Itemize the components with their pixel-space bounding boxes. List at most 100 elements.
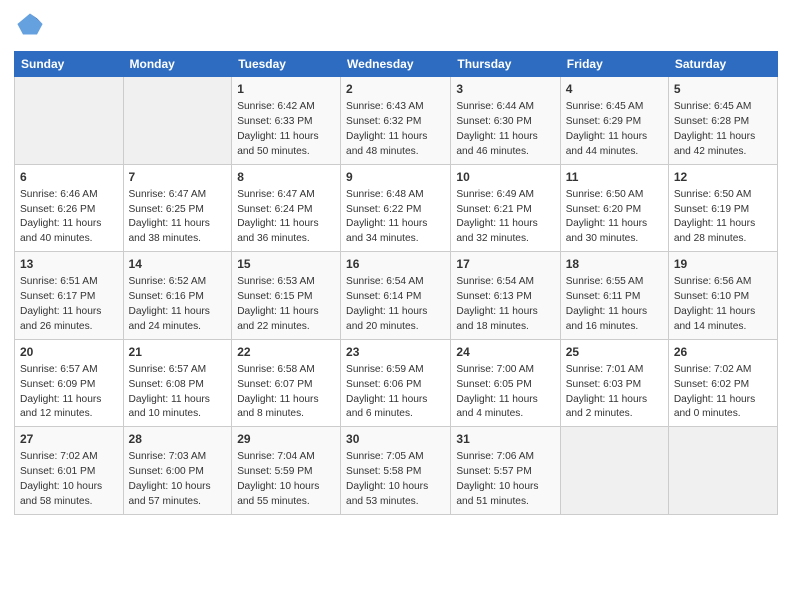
calendar-cell: 23Sunrise: 6:59 AMSunset: 6:06 PMDayligh… — [341, 339, 451, 427]
day-number: 19 — [674, 256, 772, 273]
calendar-cell: 16Sunrise: 6:54 AMSunset: 6:14 PMDayligh… — [341, 252, 451, 340]
day-number: 21 — [129, 344, 227, 361]
sunrise-text: Sunrise: 7:03 AM — [129, 451, 207, 462]
day-number: 1 — [237, 81, 335, 98]
calendar-cell: 10Sunrise: 6:49 AMSunset: 6:21 PMDayligh… — [451, 164, 560, 252]
daylight-text: Daylight: 11 hours and 16 minutes. — [566, 306, 647, 332]
sunrise-text: Sunrise: 6:46 AM — [20, 189, 98, 200]
day-number: 3 — [456, 81, 554, 98]
week-row-2: 6 Sunrise: 6:46 AM Sunset: 6:26 PM Daylight… — [15, 164, 778, 252]
day-number: 10 — [456, 169, 554, 186]
sunset-text: Sunset: 6:02 PM — [674, 379, 749, 390]
calendar-cell: 31Sunrise: 7:06 AMSunset: 5:57 PMDayligh… — [451, 427, 560, 515]
day-number: 14 — [129, 256, 227, 273]
sunset-text: Sunset: 5:58 PM — [346, 466, 421, 477]
calendar-cell: 29 Sunrise: 7:04 AM Sunset: 5:59 PM Dayligh… — [232, 427, 341, 515]
sunset-text: Sunset: 6:15 PM — [237, 291, 312, 302]
calendar-cell — [668, 427, 777, 515]
daylight-text: Daylight: 11 hours and 32 minutes. — [456, 218, 537, 244]
sunset-text: Sunset: 6:08 PM — [129, 379, 204, 390]
calendar-cell: 20Sunrise: 6:57 AMSunset: 6:09 PMDayligh… — [15, 339, 124, 427]
sunrise-text: Sunrise: 7:01 AM — [566, 364, 644, 375]
daylight-text: Daylight: 11 hours and 34 minutes. — [346, 218, 427, 244]
sunrise-text: Sunrise: 6:47 AM — [237, 189, 315, 200]
sunrise-text: Sunrise: 6:50 AM — [674, 189, 752, 200]
daylight-text: Daylight: 10 hours and 51 minutes. — [456, 481, 538, 507]
calendar-cell: 26Sunrise: 7:02 AMSunset: 6:02 PMDayligh… — [668, 339, 777, 427]
calendar-cell: 7Sunrise: 6:47 AMSunset: 6:25 PMDaylight… — [123, 164, 232, 252]
day-number: 29 — [237, 431, 335, 448]
calendar-cell: 6Sunrise: 6:46 AMSunset: 6:26 PMDaylight… — [15, 164, 124, 252]
daylight-text: Daylight: 11 hours and 36 minutes. — [237, 218, 318, 244]
daylight-text: Daylight: 11 hours and 18 minutes. — [456, 306, 537, 332]
day-number: 24 — [456, 344, 554, 361]
sunset-text: Sunset: 6:26 PM — [20, 204, 95, 215]
day-number: 2 — [346, 81, 445, 98]
header-day-monday: Monday — [123, 52, 232, 77]
daylight-text: Daylight: 11 hours and 20 minutes. — [346, 306, 427, 332]
header-day-sunday: Sunday — [15, 52, 124, 77]
daylight-text: Daylight: 11 hours and 8 minutes. — [237, 394, 318, 420]
daylight-text: Daylight: 11 hours and 30 minutes. — [566, 218, 647, 244]
sunset-text: Sunset: 6:28 PM — [674, 116, 749, 127]
sunrise-text: Sunrise: 7:04 AM — [237, 451, 315, 462]
calendar-cell: 3Sunrise: 6:44 AMSunset: 6:30 PMDaylight… — [451, 77, 560, 165]
calendar-cell: 4Sunrise: 6:45 AMSunset: 6:29 PMDaylight… — [560, 77, 668, 165]
sunrise-text: Sunrise: 6:54 AM — [456, 276, 534, 287]
sunrise-text: Sunrise: 6:55 AM — [566, 276, 644, 287]
calendar-cell: 13Sunrise: 6:51 AMSunset: 6:17 PMDayligh… — [15, 252, 124, 340]
day-number: 6 — [20, 169, 118, 186]
calendar-cell — [560, 427, 668, 515]
calendar-cell — [123, 77, 232, 165]
day-number: 20 — [20, 344, 118, 361]
sunset-text: Sunset: 5:59 PM — [237, 466, 312, 477]
sunset-text: Sunset: 6:24 PM — [237, 204, 312, 215]
sunrise-text: Sunrise: 6:54 AM — [346, 276, 424, 287]
day-number: 11 — [566, 169, 663, 186]
sunset-text: Sunset: 6:13 PM — [456, 291, 531, 302]
sunrise-text: Sunrise: 6:57 AM — [20, 364, 98, 375]
daylight-text: Daylight: 10 hours and 55 minutes. — [237, 481, 319, 507]
sunrise-text: Sunrise: 6:59 AM — [346, 364, 424, 375]
daylight-text: Daylight: 11 hours and 46 minutes. — [456, 131, 537, 157]
sunrise-text: Sunrise: 7:05 AM — [346, 451, 424, 462]
daylight-text: Daylight: 10 hours and 57 minutes. — [129, 481, 211, 507]
sunrise-text: Sunrise: 6:45 AM — [674, 101, 752, 112]
sunset-text: Sunset: 6:16 PM — [129, 291, 204, 302]
day-number: 25 — [566, 344, 663, 361]
sunset-text: Sunset: 6:09 PM — [20, 379, 95, 390]
main-container: SundayMondayTuesdayWednesdayThursdayFrid… — [0, 0, 792, 525]
sunset-text: Sunset: 6:03 PM — [566, 379, 641, 390]
calendar-cell: 12Sunrise: 6:50 AMSunset: 6:19 PMDayligh… — [668, 164, 777, 252]
daylight-text: Daylight: 10 hours and 53 minutes. — [346, 481, 428, 507]
calendar-cell: 2Sunrise: 6:43 AMSunset: 6:32 PMDaylight… — [341, 77, 451, 165]
logo-icon — [16, 10, 44, 38]
header-day-saturday: Saturday — [668, 52, 777, 77]
daylight-text: Daylight: 11 hours and 48 minutes. — [346, 131, 427, 157]
calendar-cell — [15, 77, 124, 165]
sunset-text: Sunset: 6:14 PM — [346, 291, 421, 302]
calendar-cell: 25Sunrise: 7:01 AMSunset: 6:03 PMDayligh… — [560, 339, 668, 427]
daylight-text: Daylight: 11 hours and 50 minutes. — [237, 131, 318, 157]
sunset-text: Sunset: 6:17 PM — [20, 291, 95, 302]
header-day-friday: Friday — [560, 52, 668, 77]
sunrise-text: Sunrise: 6:45 AM — [566, 101, 644, 112]
sunset-text: Sunset: 5:57 PM — [456, 466, 531, 477]
day-number: 18 — [566, 256, 663, 273]
sunrise-text: Sunrise: 6:50 AM — [566, 189, 644, 200]
sunset-text: Sunset: 6:25 PM — [129, 204, 204, 215]
day-number: 7 — [129, 169, 227, 186]
day-number: 8 — [237, 169, 335, 186]
calendar-cell: 5Sunrise: 6:45 AMSunset: 6:28 PMDaylight… — [668, 77, 777, 165]
sunrise-text: Sunrise: 6:57 AM — [129, 364, 207, 375]
sunset-text: Sunset: 6:05 PM — [456, 379, 531, 390]
sunset-text: Sunset: 6:19 PM — [674, 204, 749, 215]
calendar-cell: 9Sunrise: 6:48 AMSunset: 6:22 PMDaylight… — [341, 164, 451, 252]
sunset-text: Sunset: 6:11 PM — [566, 291, 641, 302]
sunrise-text: Sunrise: 6:52 AM — [129, 276, 207, 287]
sunset-text: Sunset: 6:33 PM — [237, 116, 312, 127]
week-row-4: 20 Sunrise: 6:57 AM Sunset: 6:09 PM Dayligh… — [15, 339, 778, 427]
logo — [14, 10, 44, 43]
sunrise-text: Sunrise: 7:06 AM — [456, 451, 534, 462]
sunrise-text: Sunrise: 6:53 AM — [237, 276, 315, 287]
